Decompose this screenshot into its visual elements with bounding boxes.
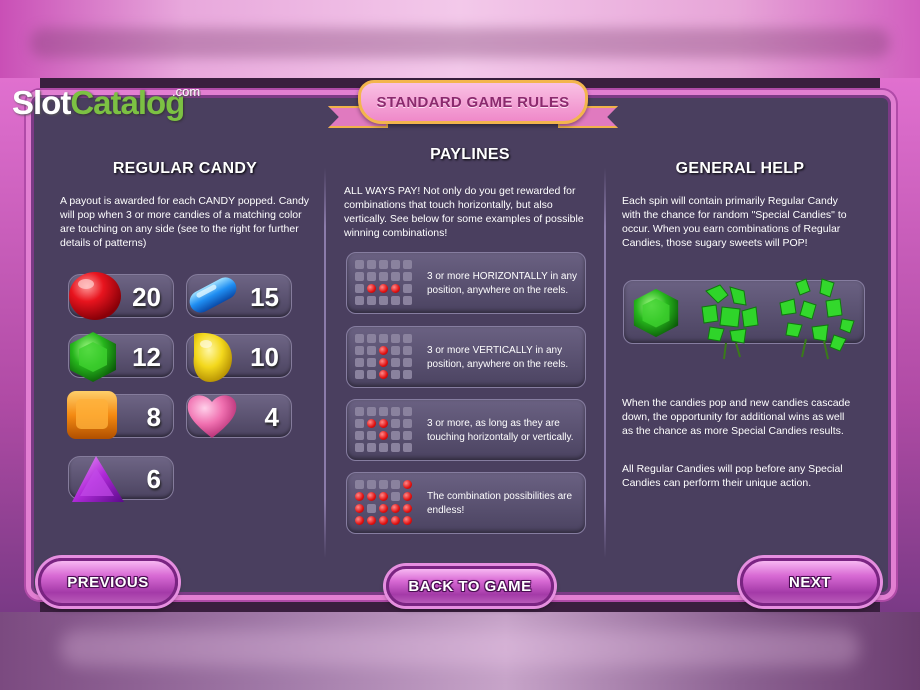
next-button[interactable]: NEXT [740,558,880,606]
slotcatalog-logo: SlotCatalog [12,84,185,121]
payline-example-touching: 3 or more, as long as they are touching … [346,399,586,461]
orange-square-candy-icon [67,391,117,439]
reel-grid-touching [355,407,412,452]
payout-value: 20 [132,282,161,312]
payline-example-horizontal: 3 or more HORIZONTALLY in any position, … [346,252,586,314]
previous-button-label: PREVIOUS [67,573,149,591]
yellow-drop-candy-icon [193,332,232,382]
reel-grid-horizontal [355,260,412,305]
payline-example-endless: The combination possibilities are endles… [346,472,586,534]
back-to-game-button-label: BACK TO GAME [408,577,532,595]
general-help-section: GENERAL HELP Each spin will contain prim… [622,146,858,250]
paylines-description: ALL WAYS PAY! Not only do you get reward… [344,185,584,239]
payout-value: 6 [146,464,161,494]
logo-slot-text: Slot [12,84,71,121]
payout-value: 10 [250,342,279,372]
payout-value: 4 [264,402,279,432]
regular-candy-description: A payout is awarded for each CANDY poppe… [60,195,310,249]
cascade-description: When the candies pop and new candies cas… [622,397,851,437]
logo-catalog-text: Catalog [70,84,185,121]
blue-stick-candy-icon [189,277,237,313]
blurred-background-top [0,0,920,78]
title-banner: STANDARD GAME RULES [328,78,618,140]
blurred-background-bottom [0,612,920,690]
regular-candy-heading: REGULAR CANDY [112,160,258,177]
green-hexagon-candy-icon [633,288,679,338]
payout-value: 8 [146,402,161,432]
special-candies-tile [623,278,865,360]
payline-example-text: 3 or more VERTICALLY in any position, an… [427,345,569,370]
purple-triangle-candy-icon [72,456,124,502]
popping-candy-icon [701,284,759,360]
payout-value: 12 [132,342,161,372]
payline-example-text: The combination possibilities are endles… [427,491,573,516]
previous-button[interactable]: PREVIOUS [38,558,178,606]
payline-example-vertical: 3 or more VERTICALLY in any position, an… [346,326,586,388]
next-button-label: NEXT [788,573,831,591]
general-help-description: Each spin will contain primarily Regular… [622,195,847,249]
reel-grid-endless [355,480,412,525]
column-divider-left [324,168,326,558]
regular-candy-section: REGULAR CANDY A payout is awarded for ea… [60,146,310,250]
special-order-description: All Regular Candies will pop before any … [622,463,843,489]
page-title: STANDARD GAME RULES [376,93,570,111]
reel-grid-vertical [355,334,412,379]
logo-com-text: .com [172,84,201,99]
paylines-heading: PAYLINES [430,146,510,163]
banner-plaque: STANDARD GAME RULES [358,80,588,124]
paylines-section: PAYLINES ALL WAYS PAY! Not only do you g… [344,146,596,240]
column-divider-right [604,168,606,558]
green-hexagon-candy-icon [70,332,116,382]
payout-value: 15 [250,282,279,312]
general-help-heading: GENERAL HELP [675,160,805,177]
exploding-candy-icon [779,278,855,360]
payline-example-text: 3 or more, as long as they are touching … [427,418,574,443]
back-to-game-button[interactable]: BACK TO GAME [386,566,554,606]
payline-example-text: 3 or more HORIZONTALLY in any position, … [427,271,578,296]
pink-heart-candy-icon [187,395,237,438]
red-round-candy-icon [69,272,121,320]
